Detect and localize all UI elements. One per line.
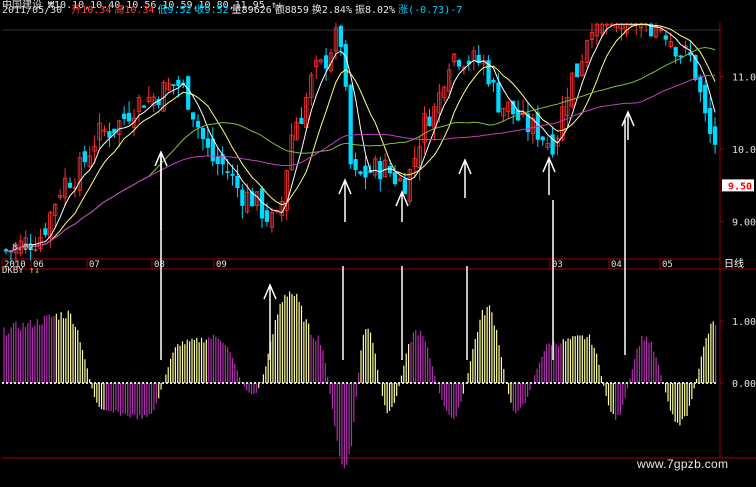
- header-quote-item: 额8859: [274, 5, 309, 16]
- current-price-tag: 9.50: [728, 181, 752, 192]
- candle: [338, 25, 343, 47]
- date-tick-label: 09: [216, 260, 227, 270]
- candle: [575, 63, 580, 78]
- candle: [107, 131, 112, 138]
- watermark: www.7gpzb.com: [637, 457, 729, 471]
- date-tick-label: 08: [154, 260, 165, 270]
- candle: [235, 175, 240, 189]
- chart-window: 11.0010.009.009.508.02201006070809030405…: [0, 0, 756, 487]
- ma10-line: [5, 23, 716, 252]
- candle: [402, 178, 407, 195]
- price-tick-label: 10.00: [732, 145, 756, 156]
- candle: [343, 44, 348, 87]
- candle: [663, 35, 668, 40]
- candle: [230, 173, 235, 176]
- period-label: 日线: [724, 257, 744, 270]
- candle: [496, 82, 501, 113]
- osc-tick-label: 1.00: [732, 317, 756, 328]
- header-quote-items: 开10.34 高10.34 低9.52 收9.52 量89626 额8859 换2.84% 振…: [71, 5, 465, 16]
- date-tick-label: 07: [89, 260, 100, 270]
- candle: [205, 138, 211, 148]
- candle: [678, 55, 683, 58]
- header-quote-item: 收9.52: [194, 5, 229, 16]
- date-tick-label: 04: [611, 260, 622, 270]
- candle: [708, 107, 713, 134]
- stock-chart-svg[interactable]: 11.0010.009.009.508.02201006070809030405…: [0, 0, 756, 487]
- candle: [363, 165, 368, 178]
- candle: [358, 171, 363, 175]
- candle: [200, 127, 206, 140]
- candle: [122, 113, 127, 119]
- up-arrow-marker: [621, 110, 635, 140]
- candle: [491, 80, 496, 83]
- candle: [703, 84, 708, 114]
- candle: [540, 136, 545, 141]
- candle: [712, 126, 718, 145]
- header-quote-item: 低9.52: [157, 5, 192, 16]
- osc-tick-label: 0.00: [732, 379, 756, 390]
- candle: [225, 171, 230, 174]
- ma5-line: [5, 23, 716, 252]
- header-quote-line: 2011/05/30 开10.34 高10.34 低9.52 收9.52 量89626 额…: [2, 5, 468, 16]
- candle: [323, 55, 329, 69]
- header-quote-item: 涨(-0.73)-7: [398, 5, 463, 16]
- candle: [427, 116, 432, 127]
- up-arrow-marker: [395, 190, 409, 222]
- candles-group: [3, 22, 718, 264]
- candle: [353, 159, 358, 171]
- header-quote-item: 换2.84%: [311, 5, 352, 16]
- candle: [176, 79, 181, 86]
- candle: [141, 105, 146, 108]
- up-arrow-marker: [542, 156, 556, 195]
- up-arrow-marker: [263, 283, 277, 360]
- candle: [378, 161, 383, 180]
- price-tick-label: 11.00: [732, 72, 756, 83]
- up-arrow-marker: [458, 158, 472, 198]
- candle: [456, 60, 462, 67]
- candle: [240, 189, 245, 206]
- candle: [392, 172, 398, 185]
- price-tick-label: 9.00: [732, 218, 756, 229]
- header-date: 2011/05/30: [2, 5, 63, 16]
- candle: [348, 84, 353, 165]
- header-quote-item: 量89626: [231, 5, 272, 16]
- indicator-arrows: ↑↓: [29, 266, 40, 276]
- candle: [171, 84, 176, 86]
- candle: [195, 120, 201, 128]
- ma60-line: [5, 74, 716, 252]
- candle: [673, 47, 678, 57]
- indicator-name: DKBY: [2, 266, 24, 276]
- up-arrow-marker: [154, 150, 168, 230]
- ma30-line: [5, 46, 716, 252]
- candle: [698, 76, 703, 93]
- candle: [264, 210, 270, 222]
- header-quote-item: 开10.34: [71, 5, 112, 16]
- candle: [43, 228, 48, 236]
- indicator-name-label: DKBY ↑↓: [2, 266, 40, 276]
- low-price-label: 8.02: [12, 243, 34, 253]
- candle: [215, 156, 220, 164]
- header-quote-item: 高10.34: [114, 5, 155, 16]
- up-arrow-marker: [338, 178, 352, 222]
- candle: [82, 151, 87, 163]
- oscillator-group: [3, 291, 717, 469]
- candle: [299, 117, 304, 124]
- candle: [67, 182, 73, 188]
- candle: [126, 112, 132, 122]
- header-quote-item: 振8.02%: [354, 5, 396, 16]
- candle: [190, 112, 196, 120]
- candle: [210, 138, 215, 162]
- date-tick-label: 05: [662, 260, 673, 270]
